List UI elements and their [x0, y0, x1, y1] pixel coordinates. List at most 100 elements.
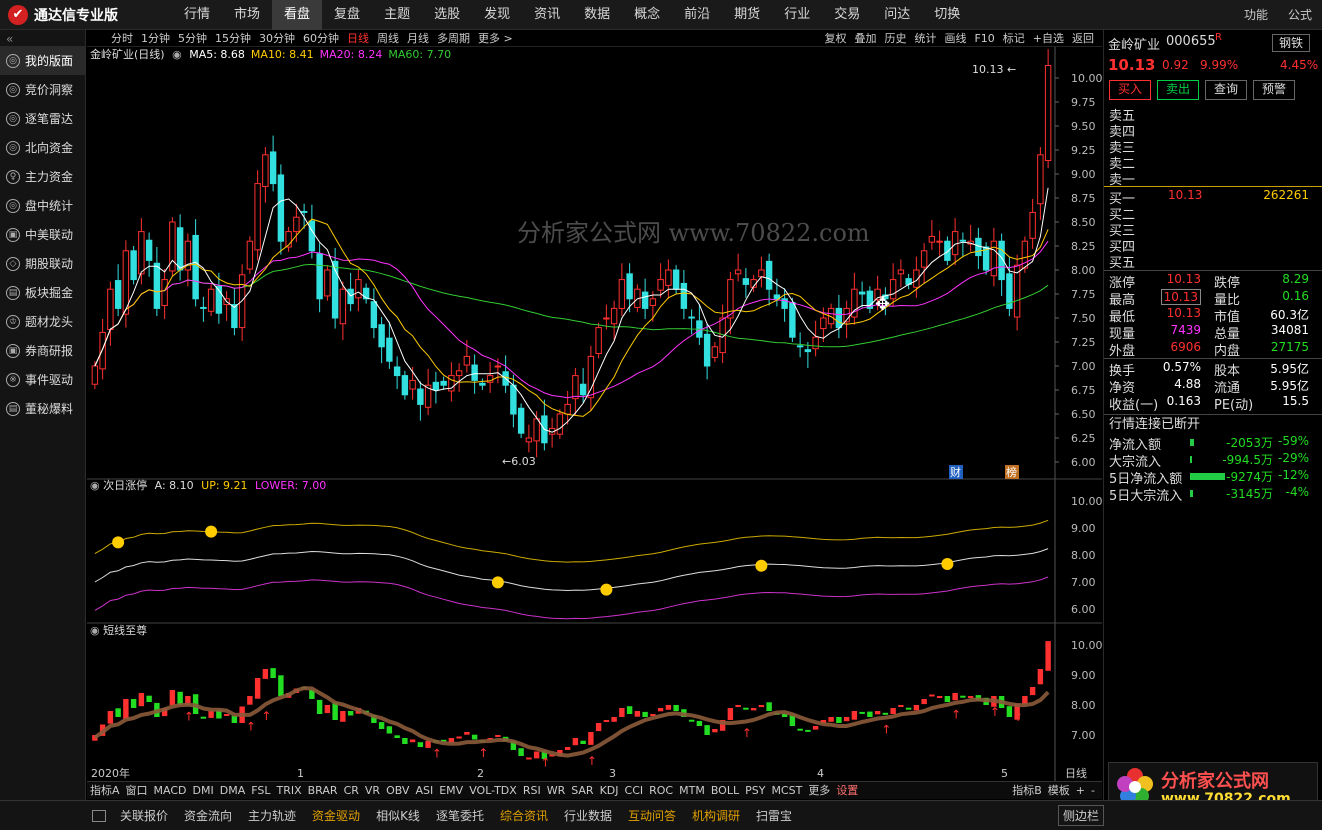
ind2-bar: [347, 711, 354, 716]
indicator-tab-9[interactable]: VR: [362, 782, 383, 800]
indicator-tab-20[interactable]: MTM: [676, 782, 708, 800]
indicator-tab-15[interactable]: WR: [544, 782, 569, 800]
bottom-tab-1[interactable]: 资金流向: [176, 807, 240, 824]
sidebar-item-icon: ◎: [6, 198, 20, 213]
menu-item-7[interactable]: 资讯: [522, 0, 572, 30]
indicator-tab-5[interactable]: FSL: [248, 782, 273, 800]
sidebar-item-0[interactable]: ◎ 我的版面: [0, 46, 85, 75]
indicator2-dropdown-icon[interactable]: ◉: [90, 624, 103, 637]
sidebar-item-5[interactable]: ◎ 盘中统计: [0, 191, 85, 220]
indicator-tab-2[interactable]: MACD: [151, 782, 190, 800]
sidebar-item-11[interactable]: ※ 事件驱动: [0, 365, 85, 394]
candle-body: [277, 174, 285, 242]
indicator-tab-23[interactable]: MCST: [768, 782, 805, 800]
indicator-tab-14[interactable]: RSI: [520, 782, 544, 800]
menu-item-12[interactable]: 行业: [772, 0, 822, 30]
sidebar-item-1[interactable]: ◎ 竞价洞察: [0, 75, 85, 104]
menu-item-3[interactable]: 复盘: [322, 0, 372, 30]
sidebar-item-4[interactable]: ♀ 主力资金: [0, 162, 85, 191]
x-axis-label: 5: [1001, 767, 1008, 780]
menu-item-4[interactable]: 主题: [372, 0, 422, 30]
indicator-tab-13[interactable]: VOL-TDX: [466, 782, 520, 800]
indicator-tab-7[interactable]: BRAR: [305, 782, 341, 800]
sidebar-item-7[interactable]: ◇ 期股联动: [0, 249, 85, 278]
up-arrow-icon: ↑: [540, 756, 550, 770]
indicator-tab-12[interactable]: EMV: [436, 782, 466, 800]
bottom-tab-6[interactable]: 综合资讯: [492, 807, 556, 824]
sidebar-collapse-button[interactable]: «: [0, 30, 85, 46]
menu-item-5[interactable]: 选股: [422, 0, 472, 30]
indicator-tab-18[interactable]: CCI: [622, 782, 647, 800]
trade-button-3[interactable]: 预警: [1253, 80, 1295, 100]
sidebar-item-9[interactable]: ♔ 题材龙头: [0, 307, 85, 336]
top-right-item-0[interactable]: 功能: [1234, 0, 1278, 30]
indicator-tab-16[interactable]: SAR: [568, 782, 596, 800]
menu-item-15[interactable]: 切换: [922, 0, 972, 30]
indicator1-dropdown-icon[interactable]: ◉: [90, 479, 103, 492]
ind2-bar: [619, 708, 625, 717]
sidebar-item-label: 期股联动: [25, 257, 74, 271]
ind2-bar: [626, 706, 633, 714]
indicator-tab-1[interactable]: 窗口: [123, 782, 151, 800]
trade-button-0[interactable]: 买入: [1109, 80, 1151, 100]
indicator-right-tab-0[interactable]: 指标B: [1009, 782, 1045, 800]
menu-item-0[interactable]: 行情: [172, 0, 222, 30]
indicator-right-tab-1[interactable]: 模板: [1045, 782, 1073, 800]
sidebar-toggle-button[interactable]: 侧边栏: [1058, 805, 1105, 826]
menu-item-10[interactable]: 前沿: [672, 0, 722, 30]
indicator-tab-24[interactable]: 更多: [805, 782, 833, 800]
bottom-tab-10[interactable]: 扫雷宝: [748, 807, 800, 824]
trade-button-1[interactable]: 卖出: [1157, 80, 1199, 100]
bottom-tab-7[interactable]: 行业数据: [556, 807, 620, 824]
sidebar-item-8[interactable]: ▤ 板块掘金: [0, 278, 85, 307]
ind2-bar: [456, 736, 462, 739]
menu-item-1[interactable]: 市场: [222, 0, 272, 30]
sector-button[interactable]: 钢铁: [1272, 34, 1311, 52]
indicator-tab-6[interactable]: TRIX: [273, 782, 304, 800]
sidebar-item-2[interactable]: ◎ 逐笔雷达: [0, 104, 85, 133]
bottom-tab-9[interactable]: 机构调研: [684, 807, 748, 824]
indicator-right-tab-2[interactable]: +: [1073, 782, 1088, 800]
candle-body: [928, 235, 936, 243]
indicator-tab-3[interactable]: DMI: [190, 782, 217, 800]
indicator-tab-17[interactable]: KDJ: [597, 782, 622, 800]
top-right-item-1[interactable]: 公式: [1278, 0, 1322, 30]
menu-item-13[interactable]: 交易: [822, 0, 872, 30]
bottom-tab-0[interactable]: 关联报价: [112, 807, 176, 824]
menu-item-11[interactable]: 期货: [722, 0, 772, 30]
indicator-tab-0[interactable]: 指标A: [87, 782, 123, 800]
indicator-tab-4[interactable]: DMA: [217, 782, 249, 800]
bottom-tab-2[interactable]: 主力轨迹: [240, 807, 304, 824]
bottom-tab-4[interactable]: 相似K线: [368, 807, 428, 824]
menu-item-9[interactable]: 概念: [622, 0, 672, 30]
sidebar-item-3[interactable]: ◎ 北向资金: [0, 133, 85, 162]
indicator-right-tab-3[interactable]: -: [1088, 782, 1098, 800]
bottom-tab-5[interactable]: 逐笔委托: [428, 807, 492, 824]
indicator-tab-22[interactable]: PSY: [742, 782, 768, 800]
smiley-icon: [941, 557, 954, 570]
flow-row-2: 5日净流入额 -9274万 -12%: [1104, 468, 1322, 487]
menu-item-8[interactable]: 数据: [572, 0, 622, 30]
ind2-y-tick-label: 7.00: [1071, 729, 1096, 742]
bottom-tab-3[interactable]: 资金驱动: [304, 807, 368, 824]
indicator-tab-25[interactable]: 设置: [833, 782, 861, 800]
indicator-tab-11[interactable]: ASI: [412, 782, 436, 800]
indicator-tab-10[interactable]: OBV: [383, 782, 412, 800]
indicator-tab-21[interactable]: BOLL: [708, 782, 742, 800]
menu-item-6[interactable]: 发现: [472, 0, 522, 30]
candle-body: [246, 240, 254, 270]
indicator-tab-19[interactable]: ROC: [646, 782, 676, 800]
menu-item-14[interactable]: 问达: [872, 0, 922, 30]
chart-area[interactable]: 分时 1分钟 5分钟 15分钟 30分钟 60分钟 日线 周线 月线 多周期 更多 > 复权 叠加 历史…: [87, 30, 1102, 800]
sidebar-item-12[interactable]: ▤ 董秘爆料: [0, 394, 85, 423]
sidebar-item-label: 盘中统计: [25, 199, 74, 213]
bottom-panel-icon[interactable]: [92, 809, 106, 822]
trade-button-2[interactable]: 查询: [1205, 80, 1247, 100]
sidebar-item-10[interactable]: ▣ 券商研报: [0, 336, 85, 365]
sidebar-item-6[interactable]: ▣ 中美联动: [0, 220, 85, 249]
indicator-tab-8[interactable]: CR: [341, 782, 362, 800]
bottom-tab-8[interactable]: 互动问答: [620, 807, 684, 824]
menu-item-2[interactable]: 看盘: [272, 0, 323, 30]
x-axis-label: 2020年: [91, 766, 130, 780]
ind2-bar: [960, 695, 966, 698]
